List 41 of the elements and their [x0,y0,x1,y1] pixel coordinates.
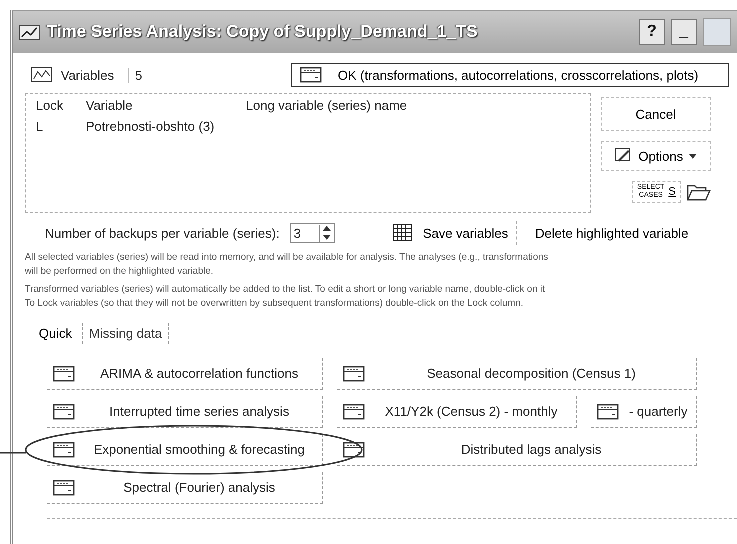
window-icon [343,404,365,420]
analysis-button[interactable]: Seasonal decomposition (Census 1) [337,358,697,390]
window-icon [597,404,619,420]
window-icon [53,480,75,496]
ok-button[interactable]: OK (transformations, autocorrelations, crosscorrelations, plots) [291,63,729,87]
window-icon [53,404,75,420]
analysis-button[interactable]: - quarterly [591,396,697,428]
grid-icon [393,224,414,242]
analysis-button[interactable]: Exponential smoothing & forecasting [47,434,323,466]
caret-icon [689,154,698,158]
cancel-button[interactable]: Cancel [601,97,711,131]
backups-label: Number of backups per variable (series): [45,226,280,240]
column-header: Long variable (series) name [246,98,408,113]
options-button[interactable]: Options [601,141,711,171]
analysis-button[interactable]: Spectral (Fourier) analysis [47,472,323,504]
variable-cell[interactable]: Potrebnosti-obshto (3) [86,119,246,134]
minimize-button[interactable]: _ [671,19,697,45]
window-icon [53,442,75,458]
tab[interactable]: Missing data [82,323,170,344]
window-icon [343,366,365,382]
chart-icon [31,67,53,83]
info-text: All selected variables (series) will be read into memory, and will be available for analysis. The analyses (e.g., transformations [25,251,550,265]
info-text: To Lock variables (so that they will not be overwritten by subsequent transformations) double-click on the Lock column. [25,297,524,311]
chart-icon [19,23,41,41]
analysis-button[interactable]: ARIMA & autocorrelation functions [47,358,323,390]
column-header: Lock [36,98,64,113]
window-icon [53,366,75,382]
analysis-button[interactable]: X11/Y2k (Census 2) - monthly [337,396,577,428]
info-text: Transformed variables (series) will automatically be added to the list. To edit a short or long variable name, double-click on it [25,283,546,297]
variable-count: 5 [128,68,142,82]
pencil-icon [614,148,633,164]
lock-cell[interactable]: L [36,119,86,134]
analysis-button[interactable]: Distributed lags analysis [337,434,697,466]
help-button[interactable]: ? [639,19,665,45]
analysis-button[interactable]: Interrupted time series analysis [47,396,323,428]
info-text: will be performed on the highlighted variable. [25,265,215,279]
window-title: Time Series Analysis: Copy of Supply_Demand_1_TS [47,22,479,42]
window-icon [343,442,365,458]
column-header: Variable [86,98,134,113]
backups-spinner[interactable]: 3 [290,223,336,243]
window-icon [300,67,322,83]
